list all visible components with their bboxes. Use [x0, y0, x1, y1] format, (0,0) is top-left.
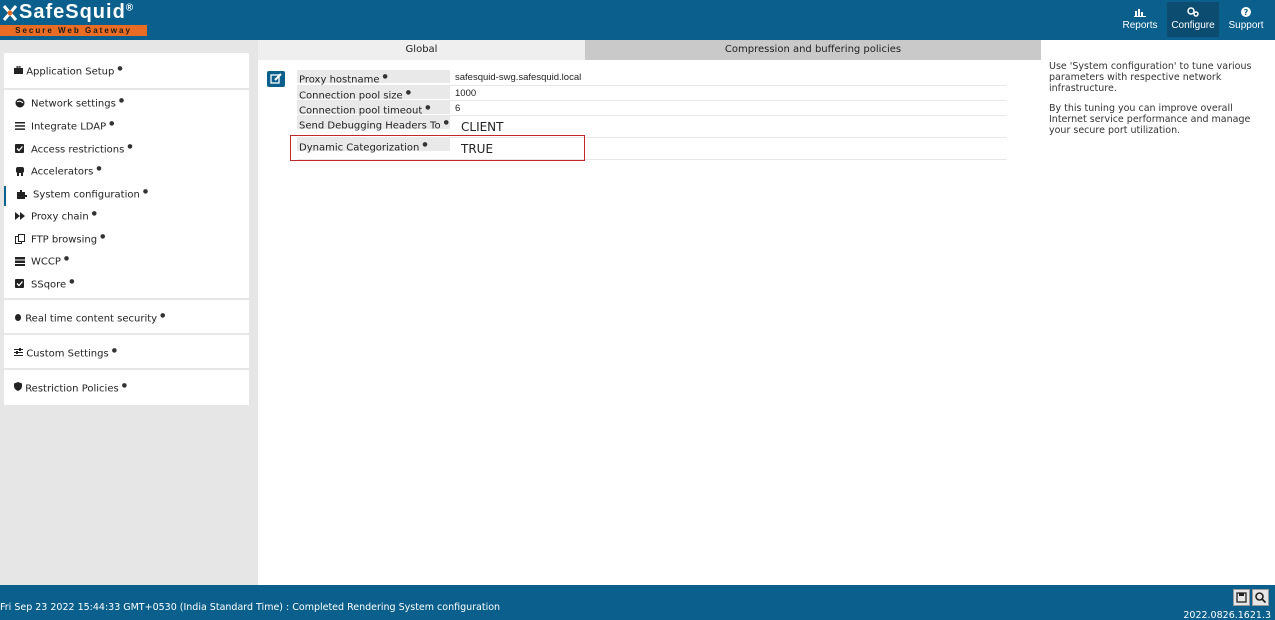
info-icon[interactable]: ● — [100, 233, 105, 240]
copy-icon — [15, 234, 25, 244]
nav-support-button[interactable]: ? Support — [1222, 2, 1270, 37]
tools-logo-icon — [2, 5, 18, 21]
application-setup-title[interactable]: Application Setup ● — [14, 65, 123, 77]
brand-name: SafeSquid® — [19, 1, 135, 23]
sidebar-item-wccp[interactable]: WCCP ● — [4, 253, 249, 273]
tab-global[interactable]: Global — [258, 40, 585, 60]
brand-tagline: Secure Web Gateway — [0, 25, 147, 36]
edit-button[interactable] — [267, 71, 285, 87]
nav-support-label: Support — [1228, 20, 1264, 31]
info-icon[interactable]: ● — [406, 86, 411, 99]
status-text: Fri Sep 23 2022 15:44:33 GMT+0530 (India… — [0, 602, 501, 613]
info-icon[interactable]: ● — [383, 70, 388, 83]
nav-configure-label: Configure — [1171, 20, 1215, 31]
info-icon[interactable]: ● — [143, 188, 148, 195]
rocket-icon — [16, 167, 24, 176]
chart-icon — [1116, 7, 1164, 20]
sidebar-group-application-setup[interactable]: Application Setup ● — [4, 53, 249, 88]
checkbox-icon — [15, 144, 24, 153]
top-header: SafeSquid® Secure Web Gateway Reports Co… — [0, 0, 1275, 40]
info-icon[interactable]: ● — [96, 165, 101, 172]
info-icon[interactable]: ● — [444, 116, 449, 129]
server-icon — [15, 257, 25, 266]
sidebar-item-accelerators[interactable]: Accelerators ● — [4, 163, 249, 183]
setting-label: Connection pool timeout ● — [297, 101, 450, 116]
bug-icon — [15, 314, 21, 322]
info-icon[interactable]: ● — [425, 101, 430, 114]
forward-icon — [15, 212, 25, 220]
setting-value: 1000 — [455, 88, 477, 99]
sidebar-item-ftp-browsing[interactable]: FTP browsing ● — [4, 231, 249, 251]
list-icon — [15, 122, 25, 130]
info-icon[interactable]: ● — [109, 120, 114, 127]
main-panel: Global Compression and buffering policie… — [258, 40, 1041, 585]
setting-row-proxy-hostname[interactable]: Proxy hostname ● safesquid-swg.safesquid.… — [297, 70, 1007, 86]
info-icon[interactable]: ● — [119, 97, 124, 104]
checkbox-icon — [15, 279, 24, 288]
sidebar-item-integrate-ldap[interactable]: Integrate LDAP ● — [4, 118, 249, 138]
puzzle-icon — [17, 190, 27, 199]
setting-value: 6 — [455, 103, 461, 114]
info-icon[interactable]: ● — [69, 278, 74, 285]
sidebar-group-custom-settings[interactable]: Custom Settings ● — [4, 335, 249, 368]
sidebar-item-access-restrictions[interactable]: Access restrictions ● — [4, 141, 249, 161]
setting-row-connection-pool-timeout[interactable]: Connection pool timeout ● 6 — [297, 101, 1007, 116]
shield-icon — [14, 382, 22, 392]
sidebar: Application Setup ● Network settings ● Int… — [0, 40, 258, 585]
sidebar-item-ssqore[interactable]: SSqore ● — [4, 276, 249, 296]
save-icon — [1236, 592, 1247, 603]
setting-row-connection-pool-size[interactable]: Connection pool size ● 1000 — [297, 86, 1007, 101]
sidebar-group-realtime-content-security[interactable]: Real time content security ● — [4, 300, 249, 333]
sidebar-group-restriction-policies[interactable]: Restriction Policies ● — [4, 370, 249, 405]
nav-reports-label: Reports — [1122, 20, 1158, 31]
nav-configure-button[interactable]: Configure — [1167, 2, 1219, 37]
svg-text:?: ? — [1244, 8, 1249, 17]
info-icon[interactable]: ● — [122, 382, 127, 389]
info-icon[interactable]: ● — [127, 143, 132, 150]
safesquid-logo[interactable]: SafeSquid® Secure Web Gateway — [0, 0, 150, 38]
sidebar-application-items: Network settings ● Integrate LDAP ● Access… — [4, 90, 249, 298]
help-text: Use 'System configuration' to tune vario… — [1049, 61, 1252, 94]
help-panel: Use 'System configuration' to tune vario… — [1041, 40, 1275, 585]
info-icon[interactable]: ● — [117, 65, 122, 72]
search-button[interactable] — [1252, 589, 1269, 606]
setting-value: safesquid-swg.safesquid.local — [455, 72, 582, 83]
sidebar-item-system-configuration[interactable]: System configuration ● — [4, 186, 249, 206]
cogs-icon — [1167, 7, 1219, 20]
info-icon[interactable]: ● — [160, 312, 165, 319]
search-icon — [1255, 592, 1267, 604]
nav-reports-button[interactable]: Reports — [1116, 2, 1164, 37]
info-icon[interactable]: ● — [92, 210, 97, 217]
sidebar-item-network-settings[interactable]: Network settings ● — [4, 95, 249, 115]
save-button[interactable] — [1233, 589, 1250, 606]
briefcase-icon — [14, 65, 23, 75]
restriction-policies-title[interactable]: Restriction Policies ● — [14, 382, 127, 394]
question-icon: ? — [1222, 7, 1270, 20]
custom-settings-title[interactable]: Custom Settings ● — [14, 347, 117, 359]
help-text: By this tuning you can improve overall I… — [1049, 103, 1251, 136]
sliders-icon — [14, 348, 23, 357]
setting-value: CLIENT — [461, 120, 504, 134]
highlight-box — [290, 135, 585, 161]
setting-label: Send Debugging Headers To ● — [297, 116, 450, 131]
setting-label: Proxy hostname ● — [297, 70, 450, 85]
globe-icon — [15, 98, 25, 108]
info-icon[interactable]: ● — [112, 347, 117, 354]
realtime-content-security-title[interactable]: Real time content security ● — [14, 312, 165, 324]
edit-icon — [270, 73, 282, 84]
status-bar: Fri Sep 23 2022 15:44:33 GMT+0530 (India… — [0, 585, 1275, 620]
tab-compression-buffering[interactable]: Compression and buffering policies — [585, 40, 1041, 60]
setting-label: Connection pool size ● — [297, 86, 450, 101]
info-icon[interactable]: ● — [64, 255, 69, 262]
version-text: 2022.0826.1621.3 — [1183, 610, 1271, 620]
sidebar-item-proxy-chain[interactable]: Proxy chain ● — [4, 208, 249, 228]
